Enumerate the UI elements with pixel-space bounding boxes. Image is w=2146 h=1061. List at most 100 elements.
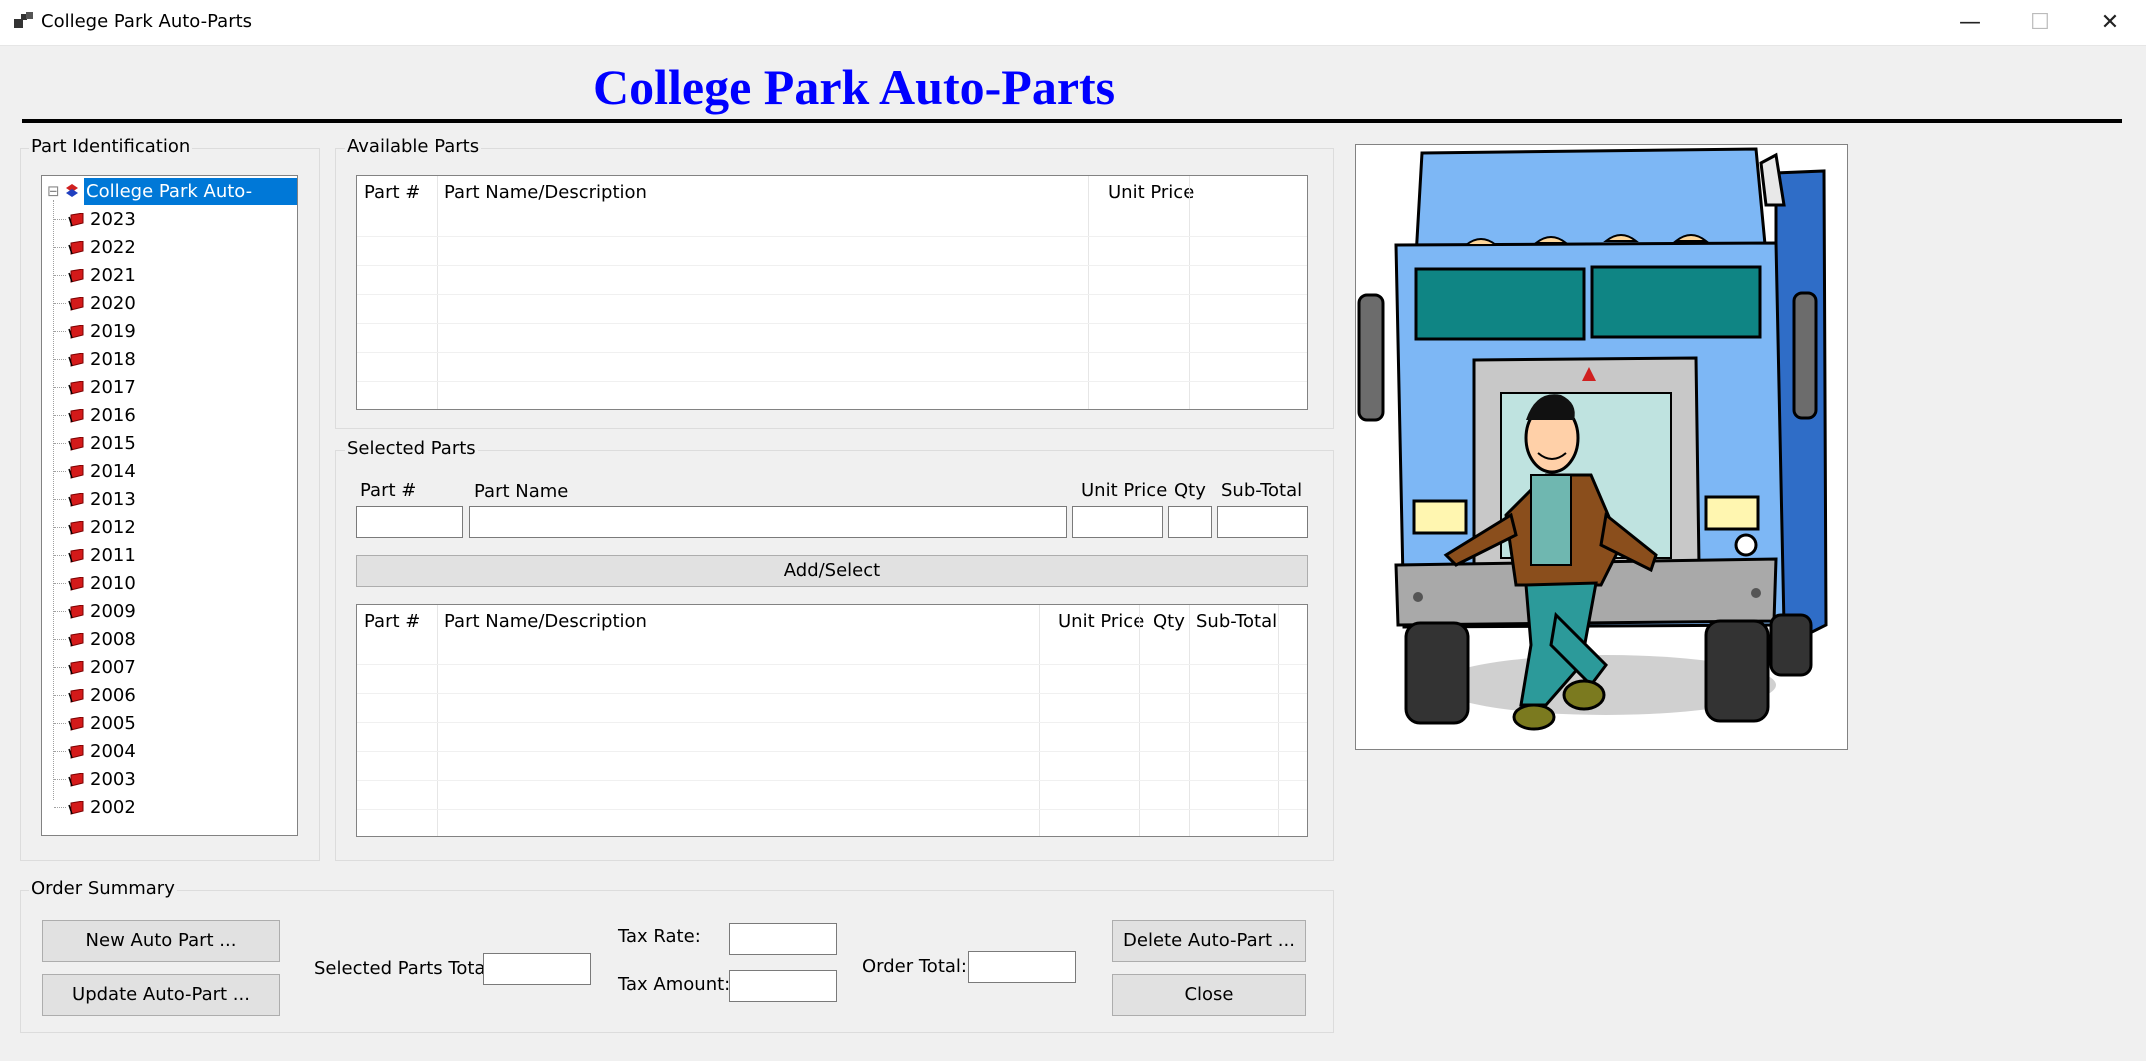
sel-col-divider: [1039, 605, 1040, 836]
sel-row-line: [357, 722, 1307, 723]
avail-col-divider: [437, 176, 438, 409]
book-icon: [68, 269, 84, 283]
part-no-input[interactable]: [356, 506, 463, 538]
tree-branch-line: [54, 807, 66, 809]
avail-row-line: [357, 323, 1307, 324]
tree-node-year[interactable]: 2021: [90, 262, 136, 290]
sel-row-line: [357, 809, 1307, 810]
qty-input[interactable]: [1168, 506, 1212, 538]
book-icon: [68, 241, 84, 255]
tree-branch-line: [54, 779, 66, 781]
book-icon: [68, 493, 84, 507]
selected-parts-label: Selected Parts: [345, 438, 478, 459]
tree-node-year[interactable]: 2018: [90, 346, 136, 374]
tree-node-year[interactable]: 2004: [90, 738, 136, 766]
tree-branch-line: [54, 387, 66, 389]
unit-price-input[interactable]: [1072, 506, 1163, 538]
sel-row-line: [357, 664, 1307, 665]
available-parts-list[interactable]: Part # Part Name/Description Unit Price: [356, 175, 1308, 410]
tree-branch-line: [54, 583, 66, 585]
selected-parts-list[interactable]: Part # Part Name/Description Unit Price …: [356, 604, 1308, 837]
tree-branch-line: [54, 415, 66, 417]
subtotal-label: Sub-Total: [1221, 480, 1303, 501]
tax-amount-input[interactable]: [729, 970, 837, 1002]
sel-col-qty[interactable]: Qty: [1153, 611, 1185, 632]
sel-row-line: [357, 780, 1307, 781]
book-icon: [68, 297, 84, 311]
avail-col-unit-price[interactable]: Unit Price: [1108, 182, 1194, 203]
sel-col-unit-price[interactable]: Unit Price: [1058, 611, 1144, 632]
tree-year-list: 2023 2022 2021 2020 2019 2018 2017 2016 2015 2014…: [42, 176, 292, 826]
tree-branch-line: [54, 247, 66, 249]
tree-node-year[interactable]: 2005: [90, 710, 136, 738]
minimize-button[interactable]: —: [1935, 0, 2005, 45]
subtotal-input[interactable]: [1217, 506, 1308, 538]
tree-node-year[interactable]: 2017: [90, 374, 136, 402]
avail-col-part-name[interactable]: Part Name/Description: [444, 182, 647, 203]
tree-node-year[interactable]: 2009: [90, 598, 136, 626]
tree-branch-line: [54, 303, 66, 305]
unit-price-label: Unit Price: [1081, 480, 1168, 501]
tree-node-year[interactable]: 2022: [90, 234, 136, 262]
tree-node-year[interactable]: 2013: [90, 486, 136, 514]
book-icon: [68, 353, 84, 367]
avail-row-line: [357, 381, 1307, 382]
tax-rate-input[interactable]: [729, 923, 837, 955]
app-icon: [14, 12, 33, 28]
book-icon: [68, 745, 84, 759]
tree-branch-line: [54, 639, 66, 641]
book-icon: [68, 717, 84, 731]
maximize-button[interactable]: ☐: [2005, 0, 2075, 45]
avail-col-part-no[interactable]: Part #: [364, 182, 420, 203]
sel-col-part-no[interactable]: Part #: [364, 611, 420, 632]
part-name-input[interactable]: [469, 506, 1067, 538]
tree-node-year[interactable]: 2012: [90, 514, 136, 542]
tree-branch-line: [54, 219, 66, 221]
sel-col-divider: [1278, 605, 1279, 836]
tree-branch-line: [54, 275, 66, 277]
tree-node-year[interactable]: 2015: [90, 430, 136, 458]
book-icon: [68, 801, 84, 815]
book-icon: [68, 437, 84, 451]
avail-row-line: [357, 265, 1307, 266]
book-icon: [68, 773, 84, 787]
tree-node-year[interactable]: 2002: [90, 794, 136, 822]
tree-branch-line: [54, 723, 66, 725]
close-window-button[interactable]: ✕: [2075, 0, 2145, 45]
tree-branch-line: [54, 471, 66, 473]
order-total-label: Order Total:: [862, 956, 967, 977]
new-auto-part-button[interactable]: New Auto Part ...: [42, 920, 280, 962]
tree-node-year[interactable]: 2003: [90, 766, 136, 794]
tree-branch-line: [54, 555, 66, 557]
selected-parts-total-input[interactable]: [483, 953, 591, 985]
delete-auto-part-button[interactable]: Delete Auto-Part ...: [1112, 920, 1306, 962]
book-icon: [68, 633, 84, 647]
add-select-button[interactable]: Add/Select: [356, 555, 1308, 587]
tree-node-year[interactable]: 2011: [90, 542, 136, 570]
tree-node-year[interactable]: 2007: [90, 654, 136, 682]
tree-branch-line: [54, 331, 66, 333]
tree-node-year[interactable]: 2020: [90, 290, 136, 318]
tree-node-year[interactable]: 2010: [90, 570, 136, 598]
avail-col-divider: [1189, 176, 1190, 409]
tree-node-year[interactable]: 2008: [90, 626, 136, 654]
tree-node-year[interactable]: 2023: [90, 206, 136, 234]
sel-col-part-name[interactable]: Part Name/Description: [444, 611, 647, 632]
window-titlebar: [0, 0, 2146, 46]
avail-row-line: [357, 236, 1307, 237]
tree-node-year[interactable]: 2019: [90, 318, 136, 346]
book-icon: [68, 549, 84, 563]
book-icon: [68, 689, 84, 703]
tree-node-year[interactable]: 2016: [90, 402, 136, 430]
tree-node-year[interactable]: 2006: [90, 682, 136, 710]
sel-col-subtotal[interactable]: Sub-Total: [1196, 611, 1277, 632]
order-total-input[interactable]: [968, 951, 1076, 983]
part-no-label: Part #: [360, 480, 417, 501]
book-icon: [68, 521, 84, 535]
close-button[interactable]: Close: [1112, 974, 1306, 1016]
tree-node-year[interactable]: 2014: [90, 458, 136, 486]
book-icon: [68, 213, 84, 227]
update-auto-part-button[interactable]: Update Auto-Part ...: [42, 974, 280, 1016]
book-icon: [68, 381, 84, 395]
part-tree[interactable]: ⊟ College Park Auto-Parts 2023 2022 2021 20…: [41, 175, 298, 836]
